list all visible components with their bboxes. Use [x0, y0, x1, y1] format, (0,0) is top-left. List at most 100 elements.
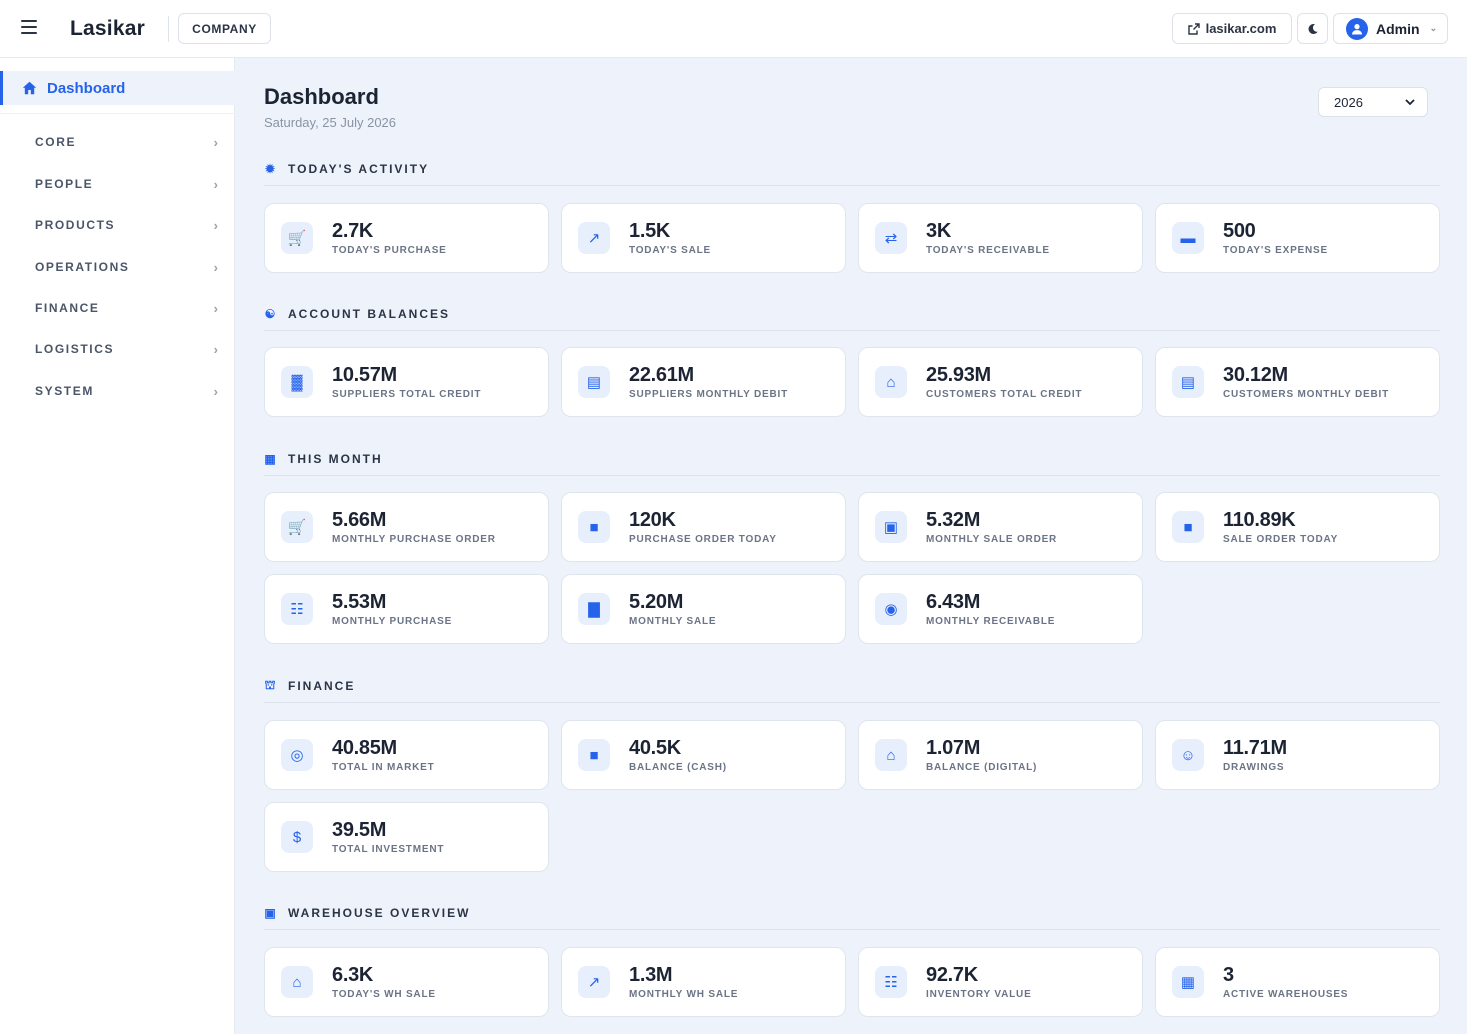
stat-value: 92.7K	[926, 964, 978, 986]
sidebar-item-dashboard[interactable]: Dashboard	[0, 71, 235, 105]
stat-label: SUPPLIERS TOTAL CREDIT	[332, 389, 482, 400]
user-menu-button[interactable]: Admin ⌄	[1333, 13, 1448, 44]
stat-card-text: 30.12M CUSTOMERS MONTHLY DEBIT	[1223, 364, 1389, 400]
stat-card-text: 40.5K BALANCE (CASH)	[629, 737, 727, 773]
hand-dollar-icon: $	[281, 821, 313, 853]
stat-card[interactable]: 🛒 2.7K TODAY'S PURCHASE	[264, 203, 549, 273]
stat-card[interactable]: ⌂ 1.07M BALANCE (DIGITAL)	[858, 720, 1143, 790]
stat-card[interactable]: ▇ 5.20M MONTHLY SALE	[561, 574, 846, 644]
menu-toggle-icon[interactable]	[21, 20, 37, 34]
sidebar-item-label: Dashboard	[47, 79, 126, 97]
credit-card-icon: ▤	[1172, 366, 1204, 398]
stat-card-text: 5.53M MONTHLY PURCHASE	[332, 591, 452, 627]
stat-label: MONTHLY PURCHASE	[332, 616, 453, 627]
stat-card[interactable]: ⇄ 3K TODAY'S RECEIVABLE	[858, 203, 1143, 273]
stat-card[interactable]: ⌂ 25.93M CUSTOMERS TOTAL CREDIT	[858, 347, 1143, 417]
stat-card[interactable]: ■ 40.5K BALANCE (CASH)	[561, 720, 846, 790]
stat-value: 6.43M	[926, 591, 981, 613]
stat-card[interactable]: ↗ 1.5K TODAY'S SALE	[561, 203, 846, 273]
chevron-right-icon: ›	[213, 134, 218, 150]
wallet-icon: ■	[578, 739, 610, 771]
chevron-right-icon: ›	[213, 383, 218, 399]
stat-card-text: 1.07M BALANCE (DIGITAL)	[926, 737, 1037, 773]
stat-card[interactable]: ↗ 1.3M MONTHLY WH SALE	[561, 947, 846, 1017]
stat-card-text: 40.85M TOTAL IN MARKET	[332, 737, 435, 773]
stat-label: TODAY'S SALE	[629, 245, 711, 256]
stat-card[interactable]: ▤ 30.12M CUSTOMERS MONTHLY DEBIT	[1155, 347, 1440, 417]
site-link-button[interactable]: lasikar.com	[1172, 13, 1292, 44]
sidebar-item-logistics[interactable]: LOGISTICS ›	[0, 334, 235, 364]
sidebar-item-operations[interactable]: OPERATIONS ›	[0, 252, 235, 282]
sidebar-item-label: OPERATIONS	[35, 260, 130, 274]
sidebar-item-label: PRODUCTS	[35, 218, 116, 232]
section-header-warehouse: ▣ WAREHOUSE OVERVIEW	[264, 896, 1440, 930]
sidebar-item-label: FINANCE	[35, 301, 100, 315]
stat-card[interactable]: ◎ 40.85M TOTAL IN MARKET	[264, 720, 549, 790]
sidebar-item-label: SYSTEM	[35, 384, 94, 398]
sidebar-item-people[interactable]: PEOPLE ›	[0, 169, 235, 199]
home-icon	[22, 81, 37, 95]
store-icon: ⌂	[875, 366, 907, 398]
page-date: Saturday, 25 July 2026	[264, 115, 397, 130]
stat-value: 10.57M	[332, 364, 397, 386]
stat-card[interactable]: ▣ 5.32M MONTHLY SALE ORDER	[858, 492, 1143, 562]
stat-card[interactable]: ■ 120K PURCHASE ORDER TODAY	[561, 492, 846, 562]
stat-value: 25.93M	[926, 364, 991, 386]
section-title: THIS MONTH	[288, 451, 383, 466]
stat-card-text: 6.3K TODAY'S WH SALE	[332, 964, 436, 1000]
company-button[interactable]: COMPANY	[178, 13, 271, 44]
stat-card-text: 6.43M MONTHLY RECEIVABLE	[926, 591, 1055, 627]
stat-value: 1.07M	[926, 737, 981, 759]
boxes-icon: ☷	[281, 593, 313, 625]
avatar	[1346, 17, 1368, 40]
stat-card[interactable]: ☷ 5.53M MONTHLY PURCHASE	[264, 574, 549, 644]
warehouse-icon: ▣	[264, 905, 278, 920]
theme-toggle-button[interactable]	[1297, 13, 1328, 44]
stat-card[interactable]: ■ 110.89K SALE ORDER TODAY	[1155, 492, 1440, 562]
sidebar-item-finance[interactable]: FINANCE ›	[0, 293, 235, 323]
stat-label: TODAY'S WH SALE	[332, 989, 436, 1000]
sidebar-item-core[interactable]: CORE ›	[0, 127, 235, 157]
stat-value: 5.66M	[332, 509, 387, 531]
year-select-value: 2026	[1334, 94, 1363, 110]
stat-card-text: 11.71M DRAWINGS	[1223, 737, 1287, 773]
chart-line-icon: ↗	[578, 222, 610, 254]
stat-card[interactable]: 🛒 5.66M MONTHLY PURCHASE ORDER	[264, 492, 549, 562]
file-icon: ■	[578, 511, 610, 543]
logo-divider	[168, 16, 169, 42]
stat-card-text: 1.3M MONTHLY WH SALE	[629, 964, 738, 1000]
building-icon: ▦	[1172, 966, 1204, 998]
sidebar-item-products[interactable]: PRODUCTS ›	[0, 210, 235, 240]
stat-card[interactable]: ☺ 11.71M DRAWINGS	[1155, 720, 1440, 790]
chevron-right-icon: ›	[213, 176, 218, 192]
stat-value: 5.53M	[332, 591, 387, 613]
section-header-finance: ⛫ FINANCE	[264, 669, 1440, 703]
stat-label: ACTIVE WAREHOUSES	[1223, 989, 1349, 1000]
money-exchange-icon: ⇄	[875, 222, 907, 254]
stat-card[interactable]: ⌂ 6.3K TODAY'S WH SALE	[264, 947, 549, 1017]
sidebar-item-label: CORE	[35, 135, 77, 149]
boxes-icon: ☷	[875, 966, 907, 998]
stat-card-text: 120K PURCHASE ORDER TODAY	[629, 509, 777, 545]
stat-value: 30.12M	[1223, 364, 1288, 386]
stat-card[interactable]: ◉ 6.43M MONTHLY RECEIVABLE	[858, 574, 1143, 644]
money-bill-icon: ▬	[1172, 222, 1204, 254]
user-pen-icon: ☺	[1172, 739, 1204, 771]
section-title: WAREHOUSE OVERVIEW	[288, 905, 471, 920]
stat-card[interactable]: ☷ 92.7K INVENTORY VALUE	[858, 947, 1143, 1017]
year-select[interactable]: 2026	[1318, 87, 1428, 117]
stat-card[interactable]: ▤ 22.61M SUPPLIERS MONTHLY DEBIT	[561, 347, 846, 417]
stat-label: MONTHLY PURCHASE ORDER	[332, 534, 496, 545]
brand-logo[interactable]: Lasikar	[70, 17, 145, 41]
stat-card[interactable]: ▦ 3 ACTIVE WAREHOUSES	[1155, 947, 1440, 1017]
stat-card-text: 10.57M SUPPLIERS TOTAL CREDIT	[332, 364, 481, 400]
section-title: TODAY'S ACTIVITY	[288, 161, 430, 176]
sidebar-item-system[interactable]: SYSTEM ›	[0, 376, 235, 406]
industry-icon: ▓	[281, 366, 313, 398]
stat-card[interactable]: ▬ 500 TODAY'S EXPENSE	[1155, 203, 1440, 273]
stat-value: 120K	[629, 509, 676, 531]
stat-card[interactable]: $39.5M TOTAL INVESTMENT	[264, 802, 549, 872]
stat-card-text: 1.5K TODAY'S SALE	[629, 220, 711, 256]
stat-card[interactable]: ▓ 10.57M SUPPLIERS TOTAL CREDIT	[264, 347, 549, 417]
chart-line-icon: ↗	[578, 966, 610, 998]
